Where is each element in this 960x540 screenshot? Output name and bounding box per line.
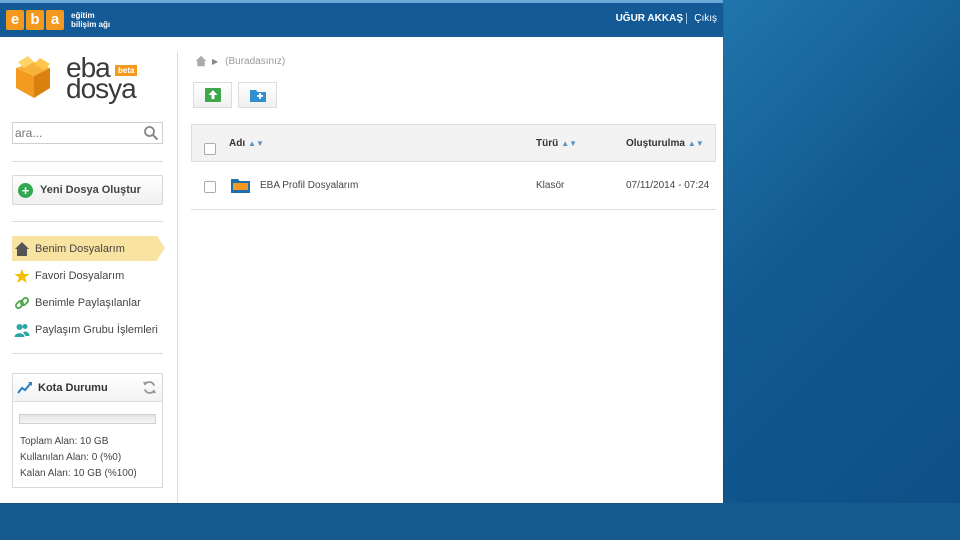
quota-panel: Kota Durumu Toplam Alan: 10 GB Kullanıla… xyxy=(12,373,163,488)
background-bar xyxy=(0,503,960,540)
sidebar-nav: Benim Dosyalarım Favori Dosyalarım Benim… xyxy=(12,236,165,344)
column-header-created[interactable]: Oluşturulma ▲▼ xyxy=(626,138,704,149)
file-created: 07/11/2014 - 07:24 xyxy=(626,180,710,191)
users-icon xyxy=(14,323,30,337)
quota-used: Kullanılan Alan: 0 (%0) xyxy=(20,452,122,463)
refresh-icon[interactable] xyxy=(142,380,157,395)
sidebar-item-label: Favori Dosyalarım xyxy=(35,269,125,282)
new-file-button[interactable]: + Yeni Dosya Oluştur xyxy=(12,175,163,205)
sidebar-divider xyxy=(12,221,163,222)
logout-link[interactable]: Çıkış xyxy=(686,13,717,24)
brand-subtitle-line2: bilişim ağı xyxy=(71,20,111,29)
search-icon[interactable] xyxy=(143,125,159,141)
sidebar-divider xyxy=(12,353,163,354)
column-header-name[interactable]: Adı ▲▼ xyxy=(229,138,264,149)
sidebar-item-my-files[interactable]: Benim Dosyalarım xyxy=(12,236,165,261)
brand-letter-a: a xyxy=(46,10,64,30)
row-checkbox[interactable] xyxy=(204,181,216,193)
folder-icon xyxy=(231,179,250,193)
chart-trend-icon xyxy=(17,381,32,394)
quota-title: Kota Durumu xyxy=(38,381,108,394)
quota-header: Kota Durumu xyxy=(13,374,162,402)
sidebar-item-label: Benim Dosyalarım xyxy=(35,242,125,255)
file-name[interactable]: EBA Profil Dosyalarım xyxy=(260,180,358,191)
search-input[interactable] xyxy=(13,123,133,143)
plus-icon: + xyxy=(18,182,33,198)
top-header: e b a eğitim bilişim ağı UĞUR AKKAŞ Çıkı… xyxy=(0,0,723,37)
select-all-checkbox[interactable] xyxy=(204,143,216,155)
sidebar-item-favorites[interactable]: Favori Dosyalarım xyxy=(12,263,163,288)
quota-remaining: Kalan Alan: 10 GB (%100) xyxy=(20,468,137,479)
brand-letter-e: e xyxy=(6,10,24,30)
brand-letter-b: b xyxy=(26,10,44,30)
sidebar-item-label: Benimle Paylaşılanlar xyxy=(35,296,141,309)
column-header-label: Türü xyxy=(536,138,559,149)
breadcrumb-current: (Buradasınız) xyxy=(225,55,286,67)
search-box xyxy=(12,122,163,144)
sidebar: eba beta dosya + Yeni Dosya Oluştur Beni… xyxy=(12,48,165,488)
eba-dosya-logo: eba beta dosya xyxy=(12,48,163,108)
star-icon xyxy=(14,268,30,283)
breadcrumb: ▶ (Buradasınız) xyxy=(195,55,285,67)
new-folder-icon xyxy=(249,90,266,102)
sidebar-item-label: Paylaşım Grubu İşlemleri xyxy=(35,323,158,336)
cube-logo-icon xyxy=(16,56,50,98)
logo-dosya-text: dosya xyxy=(66,73,137,104)
quota-progress-bar xyxy=(19,414,156,424)
chevron-right-icon: ▶ xyxy=(212,56,219,66)
brand-subtitle-line1: eğitim xyxy=(71,11,95,20)
new-file-label: Yeni Dosya Oluştur xyxy=(40,184,141,196)
sidebar-separator xyxy=(177,52,178,503)
file-table-header: Adı ▲▼ Türü ▲▼ Oluşturulma ▲▼ xyxy=(191,124,716,162)
quota-total: Toplam Alan: 10 GB xyxy=(20,436,109,447)
quota-details: Toplam Alan: 10 GB Kullanılan Alan: 0 (%… xyxy=(20,434,137,482)
sort-icon: ▲▼ xyxy=(687,139,704,148)
eba-brand-logo[interactable]: e b a eğitim bilişim ağı xyxy=(6,7,110,33)
home-icon xyxy=(15,241,29,256)
table-row[interactable]: EBA Profil Dosyalarım Klasör 07/11/2014 … xyxy=(191,162,716,210)
home-icon[interactable] xyxy=(195,55,207,67)
new-folder-button[interactable] xyxy=(238,82,277,108)
sort-icon: ▲▼ xyxy=(248,139,264,148)
upload-button[interactable] xyxy=(193,82,232,108)
sort-icon: ▲▼ xyxy=(561,139,578,148)
column-header-label: Oluşturulma xyxy=(626,138,685,149)
brand-subtitle: eğitim bilişim ağı xyxy=(71,11,110,29)
file-type: Klasör xyxy=(536,180,565,191)
user-name[interactable]: UĞUR AKKAŞ xyxy=(616,13,683,24)
sidebar-divider xyxy=(12,161,163,162)
link-icon xyxy=(15,296,29,309)
app-window: e b a eğitim bilişim ağı UĞUR AKKAŞ Çıkı… xyxy=(0,0,723,503)
sidebar-item-shared-with-me[interactable]: Benimle Paylaşılanlar xyxy=(12,290,163,315)
upload-icon xyxy=(204,88,221,102)
column-header-label: Adı xyxy=(229,138,246,149)
sidebar-item-share-groups[interactable]: Paylaşım Grubu İşlemleri xyxy=(12,317,163,342)
column-header-type[interactable]: Türü ▲▼ xyxy=(536,138,577,149)
